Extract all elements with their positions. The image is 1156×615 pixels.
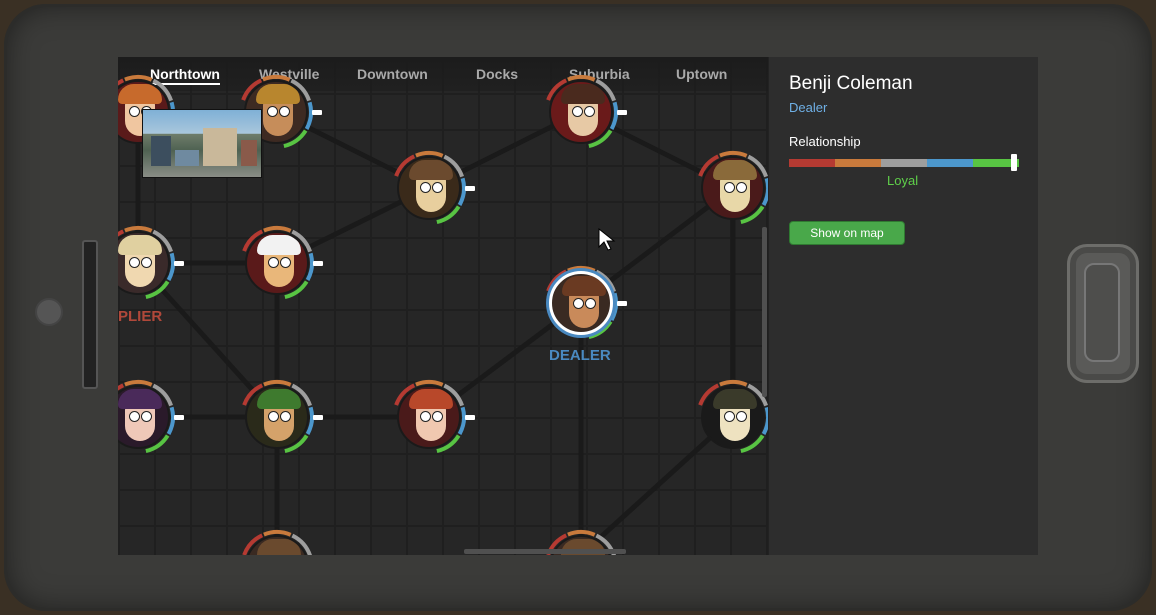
contact-role: Dealer xyxy=(789,100,828,115)
location-thumbnail xyxy=(142,109,262,178)
contact-node[interactable] xyxy=(242,530,312,555)
relationship-bar xyxy=(789,159,1019,167)
region-tabs: Northtown Westville Downtown Docks Subur… xyxy=(118,57,768,91)
contact-avatar xyxy=(245,231,309,295)
graph-scrollbar-horizontal[interactable] xyxy=(464,549,626,554)
relationship-tick xyxy=(174,415,184,420)
tab-docks[interactable]: Docks xyxy=(476,66,518,82)
contact-avatar xyxy=(549,271,613,335)
contact-node[interactable] xyxy=(394,380,475,454)
relationship-value: Loyal xyxy=(887,173,919,188)
relationship-tick xyxy=(313,415,323,420)
contact-node-selected[interactable] xyxy=(546,266,627,340)
relationship-marker xyxy=(1011,154,1018,171)
contact-node[interactable] xyxy=(242,226,323,300)
contact-node[interactable] xyxy=(118,226,184,300)
relationship-title: Relationship xyxy=(789,134,861,149)
dealer-label: DEALER xyxy=(549,347,611,364)
contact-name: Benji Coleman xyxy=(789,73,913,94)
contact-avatar xyxy=(549,80,613,144)
phone-camera xyxy=(35,298,63,326)
contact-avatar xyxy=(397,385,461,449)
show-on-map-button[interactable]: Show on map xyxy=(789,221,905,245)
contact-avatar xyxy=(701,156,765,220)
arrow-cursor-icon xyxy=(598,228,616,251)
contact-avatar xyxy=(397,156,461,220)
relationship-tick xyxy=(312,110,322,115)
contact-avatar xyxy=(701,385,765,449)
graph-scrollbar-vertical[interactable] xyxy=(762,227,767,397)
contact-node[interactable] xyxy=(242,380,323,454)
contact-node[interactable] xyxy=(698,380,768,454)
contact-detail-panel: Benji Coleman Dealer Relationship Loyal … xyxy=(768,57,1038,555)
relationship-tick xyxy=(174,261,184,266)
relationship-tick xyxy=(465,186,475,191)
phone-side-slot xyxy=(82,240,98,389)
contact-node[interactable] xyxy=(394,151,475,225)
phone-home-button[interactable] xyxy=(1067,244,1139,383)
contact-node[interactable] xyxy=(118,380,184,454)
relationship-tick xyxy=(313,261,323,266)
relationship-tick xyxy=(617,301,627,306)
contacts-graph[interactable]: Northtown Westville Downtown Docks Subur… xyxy=(118,57,768,555)
contact-avatar xyxy=(245,385,309,449)
contact-node[interactable] xyxy=(698,151,768,225)
relationship-tick xyxy=(617,110,627,115)
phone-screen: Northtown Westville Downtown Docks Subur… xyxy=(118,57,1038,555)
relationship-tick xyxy=(465,415,475,420)
contact-node[interactable] xyxy=(546,75,627,149)
tab-uptown[interactable]: Uptown xyxy=(676,66,727,82)
tab-downtown[interactable]: Downtown xyxy=(357,66,428,82)
supplier-label: PLIER xyxy=(118,308,163,325)
